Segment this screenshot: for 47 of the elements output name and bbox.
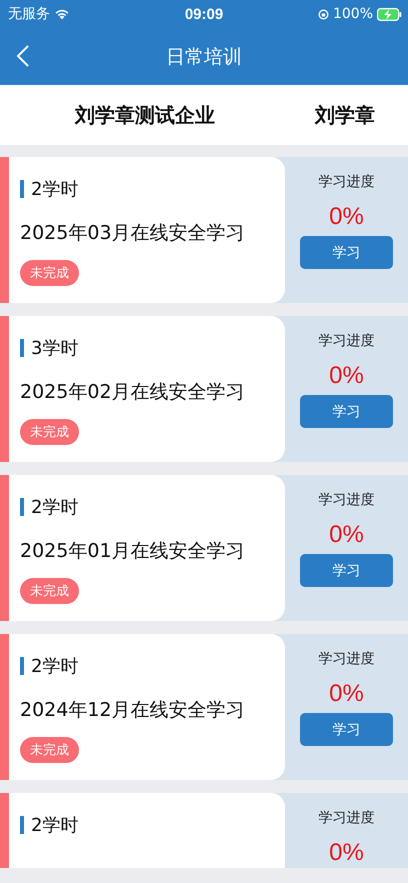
battery-charging-icon [377,8,402,20]
study-button[interactable]: 学习 [300,236,393,269]
course-title: 2025年02月在线安全学习 [20,380,246,405]
progress-value: 0% [329,839,364,867]
hours-marker [20,498,24,516]
course-title: 2025年03月在线安全学习 [20,221,246,246]
battery-text: 100% [332,6,373,22]
course-card[interactable]: 2学时 2024年12月在线安全学习 未完成 [9,634,285,780]
study-button[interactable]: 学习 [300,395,393,428]
page-title: 日常培训 [166,44,242,70]
progress-label: 学习进度 [318,491,374,509]
course-title: 2025年01月在线安全学习 [20,539,246,564]
progress-label: 学习进度 [318,650,374,668]
back-icon[interactable] [16,44,30,68]
status-tag: 未完成 [20,260,79,286]
status-tag: 未完成 [20,737,79,763]
course-hours: 2学时 [31,814,78,837]
hours-marker [20,339,24,357]
progress-value: 0% [329,203,364,231]
hours-marker [20,816,24,834]
course-card[interactable]: 2学时 2025年03月在线安全学习 未完成 [9,157,285,303]
progress-value: 0% [329,680,364,708]
course-hours: 2学时 [31,178,78,201]
course-hours: 2学时 [31,496,78,519]
clock-text: 09:09 [184,6,224,22]
course-card[interactable]: 3学时 2025年02月在线安全学习 未完成 [9,316,285,462]
study-button[interactable]: 学习 [300,554,393,587]
hours-marker [20,657,24,675]
course-card[interactable]: 2学时 [9,793,285,868]
orientation-lock-icon [318,8,329,20]
progress-value: 0% [329,362,364,390]
course-title: 2024年12月在线安全学习 [20,698,246,723]
user-name: 刘学章 [315,102,375,128]
wifi-icon [54,8,70,20]
company-name: 刘学章测试企业 [75,102,215,128]
course-card[interactable]: 2学时 2025年01月在线安全学习 未完成 [9,475,285,621]
course-hours: 3学时 [31,337,78,360]
progress-label: 学习进度 [318,173,374,191]
study-button[interactable]: 学习 [300,713,393,746]
status-tag: 未完成 [20,578,79,604]
course-hours: 2学时 [31,655,78,678]
status-tag: 未完成 [20,419,79,445]
hours-marker [20,180,24,198]
carrier-text: 无服务 [8,5,50,23]
progress-label: 学习进度 [318,809,374,827]
progress-value: 0% [329,521,364,549]
progress-label: 学习进度 [318,332,374,350]
